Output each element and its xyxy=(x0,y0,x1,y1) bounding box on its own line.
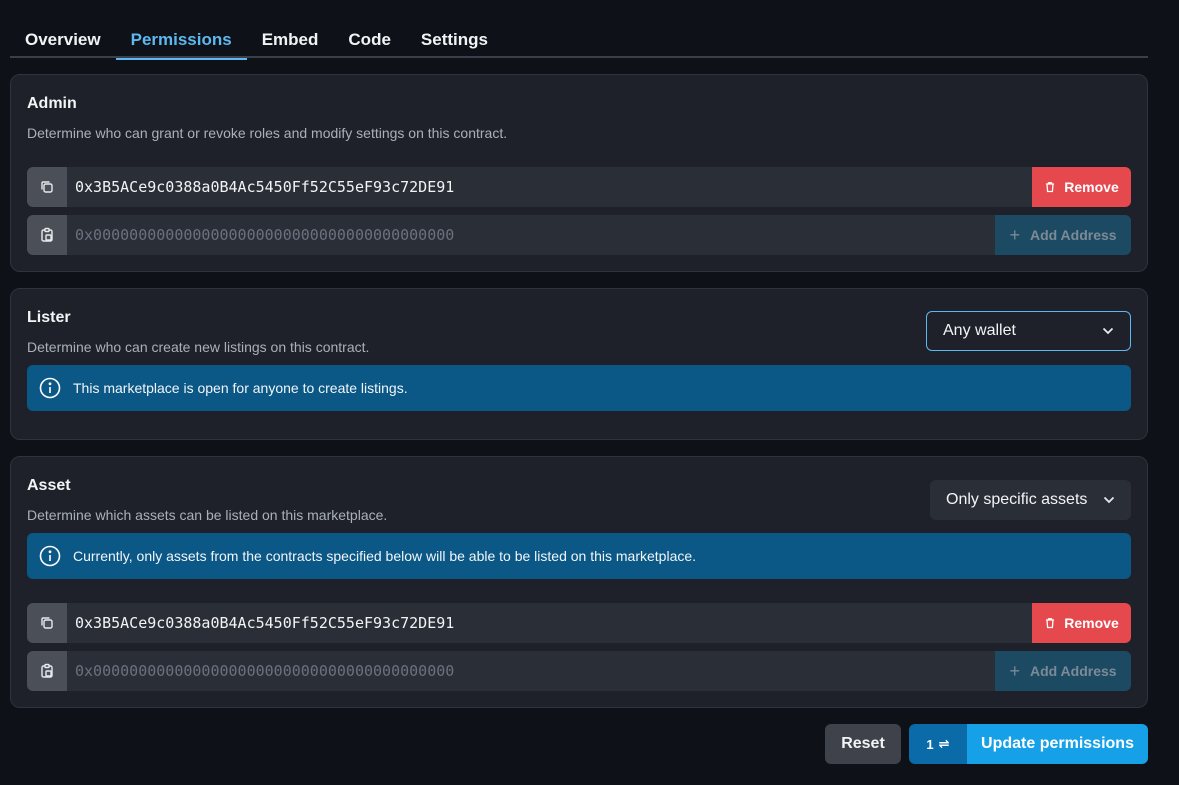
asset-card: Asset Determine which assets can be list… xyxy=(10,456,1148,708)
lister-description: Determine who can create new listings on… xyxy=(27,339,370,355)
reset-button[interactable]: Reset xyxy=(825,724,901,764)
admin-description: Determine who can grant or revoke roles … xyxy=(27,125,508,141)
asset-add-address-button[interactable]: + Add Address xyxy=(995,651,1131,691)
remove-label: Remove xyxy=(1064,615,1119,631)
admin-address-field[interactable] xyxy=(67,167,1032,207)
tab-embed[interactable]: Embed xyxy=(247,22,334,58)
admin-title: Admin xyxy=(27,95,77,112)
update-permissions-button[interactable]: 1 ⇌ Update permissions xyxy=(909,724,1148,764)
admin-new-address-input[interactable] xyxy=(67,215,995,255)
change-count-badge: 1 ⇌ xyxy=(909,724,967,764)
admin-add-address-button[interactable]: + Add Address xyxy=(995,215,1131,255)
swap-icon: ⇌ xyxy=(938,736,950,751)
asset-select[interactable]: Only specific assets xyxy=(930,480,1131,520)
plus-icon: + xyxy=(1009,660,1020,681)
lister-title: Lister xyxy=(27,309,71,326)
copy-icon[interactable] xyxy=(27,167,67,207)
asset-address-field[interactable] xyxy=(67,603,1032,643)
asset-new-address-input[interactable] xyxy=(67,651,995,691)
lister-select[interactable]: Any wallet xyxy=(926,311,1131,351)
admin-address-row: Remove xyxy=(27,167,1131,207)
admin-card: Admin Determine who can grant or revoke … xyxy=(10,74,1148,272)
trash-icon xyxy=(1046,618,1055,629)
info-icon xyxy=(39,377,61,399)
copy-icon[interactable] xyxy=(27,603,67,643)
chevron-down-icon xyxy=(1102,327,1114,335)
tab-permissions[interactable]: Permissions xyxy=(115,22,247,60)
lister-info-text: This marketplace is open for anyone to c… xyxy=(73,380,408,396)
admin-new-address-row: + Add Address xyxy=(27,215,1131,255)
lister-info-alert: This marketplace is open for anyone to c… xyxy=(27,365,1131,411)
asset-select-value: Only specific assets xyxy=(946,491,1088,508)
trash-icon xyxy=(1046,182,1055,193)
asset-remove-button[interactable]: Remove xyxy=(1032,603,1131,643)
lister-select-value: Any wallet xyxy=(943,322,1016,339)
tab-overview[interactable]: Overview xyxy=(10,22,116,58)
change-count: 1 xyxy=(926,736,934,752)
update-permissions-label: Update permissions xyxy=(967,724,1148,764)
asset-title: Asset xyxy=(27,477,71,494)
asset-address-row: Remove xyxy=(27,603,1131,643)
paste-icon[interactable] xyxy=(27,651,67,691)
add-address-label: Add Address xyxy=(1029,227,1117,243)
plus-icon: + xyxy=(1009,224,1020,245)
paste-icon[interactable] xyxy=(27,215,67,255)
tab-code[interactable]: Code xyxy=(333,22,406,58)
tab-bar: Overview Permissions Embed Code Settings xyxy=(10,22,1148,60)
add-address-label: Add Address xyxy=(1029,663,1117,679)
info-icon xyxy=(39,545,61,567)
asset-info-text: Currently, only assets from the contract… xyxy=(73,548,697,564)
lister-card: Lister Determine who can create new list… xyxy=(10,288,1148,440)
tab-settings[interactable]: Settings xyxy=(406,22,503,58)
admin-remove-button[interactable]: Remove xyxy=(1032,167,1131,207)
remove-label: Remove xyxy=(1064,179,1119,195)
asset-new-address-row: + Add Address xyxy=(27,651,1131,691)
asset-description: Determine which assets can be listed on … xyxy=(27,507,388,523)
asset-info-alert: Currently, only assets from the contract… xyxy=(27,533,1131,579)
chevron-down-icon xyxy=(1103,496,1115,504)
